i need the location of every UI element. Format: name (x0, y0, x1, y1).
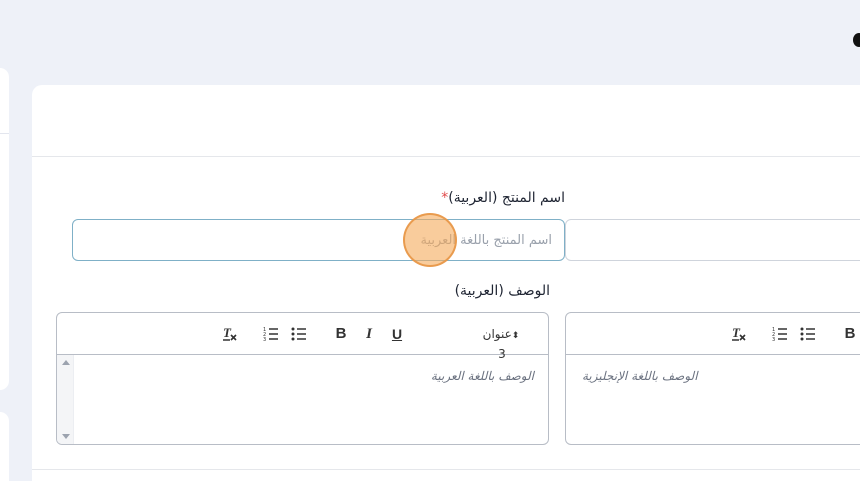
product-name-ar-input[interactable] (72, 219, 565, 261)
ordered-list-icon[interactable]: 123 (262, 325, 280, 343)
scroll-down-arrow-icon[interactable] (62, 434, 70, 439)
bold-button[interactable]: B (843, 325, 857, 343)
bullet-list-icon[interactable] (290, 325, 308, 343)
description-en-editor[interactable]: T 123 B الوصف باللغة الإنجليزية (565, 312, 860, 445)
side-panel-divider (0, 133, 9, 134)
bullet-list-icon[interactable] (799, 325, 817, 343)
description-ar-body[interactable]: الوصف باللغة العربية (57, 355, 548, 444)
card-header-divider (32, 156, 860, 157)
side-panel (0, 68, 9, 390)
scroll-up-arrow-icon[interactable] (62, 360, 70, 365)
description-en-body[interactable]: الوصف باللغة الإنجليزية (566, 355, 860, 444)
product-form-card: اسم المنتج (العربية)* الوصف (العربية) T … (32, 85, 860, 481)
underline-button[interactable]: U (390, 325, 404, 343)
ordered-list-icon[interactable]: 123 (771, 325, 789, 343)
product-name-en-input[interactable] (565, 219, 860, 261)
product-name-ar-label: اسم المنتج (العربية)* (437, 190, 565, 206)
clear-format-icon[interactable]: T (221, 325, 239, 343)
description-ar-placeholder: الوصف باللغة العربية (430, 369, 534, 383)
clear-format-icon[interactable]: T (730, 325, 748, 343)
svg-text:T: T (732, 325, 741, 340)
header-icon-partial (853, 33, 860, 47)
description-en-placeholder: الوصف باللغة الإنجليزية (582, 369, 698, 383)
description-ar-label: الوصف (العربية) (454, 283, 550, 299)
italic-button[interactable]: I (362, 325, 376, 343)
side-panel-lower (0, 412, 9, 481)
svg-text:T: T (223, 325, 232, 340)
svg-text:3: 3 (772, 337, 775, 341)
card-section-divider (32, 469, 860, 470)
description-en-toolbar: T 123 B (566, 313, 860, 355)
editor-scrollbar[interactable] (57, 355, 74, 444)
select-arrows-icon: ⬍ (511, 331, 520, 341)
header-select[interactable]: ⬍عنوان 3 (479, 325, 525, 361)
description-ar-toolbar: T 123 B I U ⬍عنوان 3 (57, 313, 548, 361)
product-name-ar-label-text: اسم المنتج (العربية) (448, 190, 565, 206)
bold-button[interactable]: B (334, 325, 348, 343)
description-ar-editor[interactable]: T 123 B I U ⬍عنوان 3 الوصف باللغة العربي… (56, 312, 549, 445)
svg-text:3: 3 (263, 337, 266, 341)
